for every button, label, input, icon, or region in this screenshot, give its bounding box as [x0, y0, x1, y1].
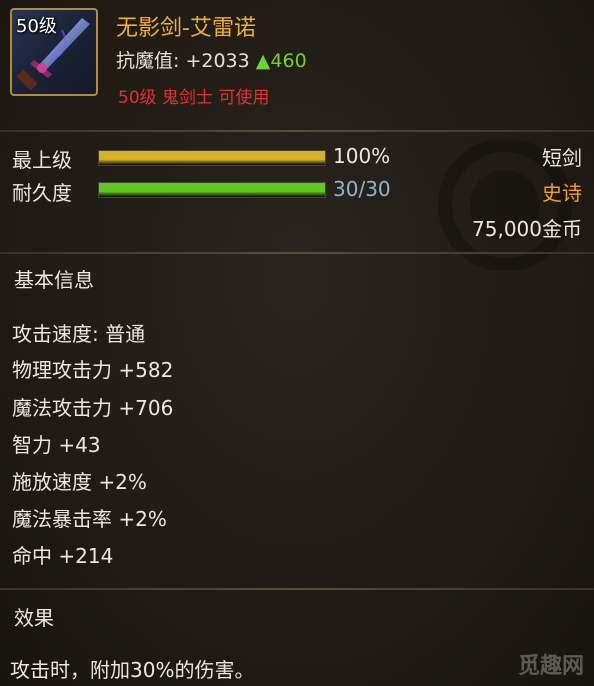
item-rarity: 史诗 [542, 181, 582, 205]
stat-line: 施放速度 +2% [12, 470, 147, 494]
item-type: 短剑 [542, 146, 582, 170]
stat-line: 魔法暴击率 +2% [12, 507, 167, 531]
durability-label: 耐久度 [12, 181, 72, 205]
grade-value: 100% [333, 144, 391, 168]
effect-title: 效果 [14, 606, 54, 630]
resist-label: 抗魔值: [116, 50, 180, 72]
stat-line: 攻击速度: 普通 [12, 322, 146, 346]
item-price: 75,000金币 [472, 217, 582, 241]
grade-bar [98, 150, 326, 166]
grade-label: 最上级 [12, 148, 72, 172]
durability-bar-fill [99, 183, 325, 197]
durability-value: 30/30 [333, 177, 391, 201]
basic-info-title: 基本信息 [14, 268, 94, 292]
grade-bar-fill [99, 151, 325, 165]
item-level-badge: 50级 [16, 16, 57, 37]
resist-bonus: ▲460 [255, 50, 307, 72]
item-icon-frame[interactable]: 50级 [10, 8, 98, 96]
effect-text: 攻击时，附加30%的伤害。 [10, 658, 255, 682]
resist-value: +2033 [185, 50, 250, 72]
stat-line: 智力 +43 [12, 433, 101, 457]
stat-line: 物理攻击力 +582 [12, 358, 174, 382]
stat-line: 命中 +214 [12, 544, 114, 568]
durability-bar [98, 182, 326, 198]
item-name: 无影剑-艾雷诺 [116, 16, 256, 41]
item-tooltip: 50级 无影剑-艾雷诺 抗魔值: +2033 ▲460 50级 鬼剑士 可使用 … [0, 0, 594, 686]
divider [0, 252, 594, 254]
divider [0, 130, 594, 132]
resist-line: 抗魔值: +2033 ▲460 [116, 46, 307, 73]
divider [0, 588, 594, 590]
requirement-text: 50级 鬼剑士 可使用 [118, 88, 270, 108]
watermark-text: 觅趣网 [517, 654, 584, 679]
stat-line: 魔法攻击力 +706 [12, 396, 174, 420]
